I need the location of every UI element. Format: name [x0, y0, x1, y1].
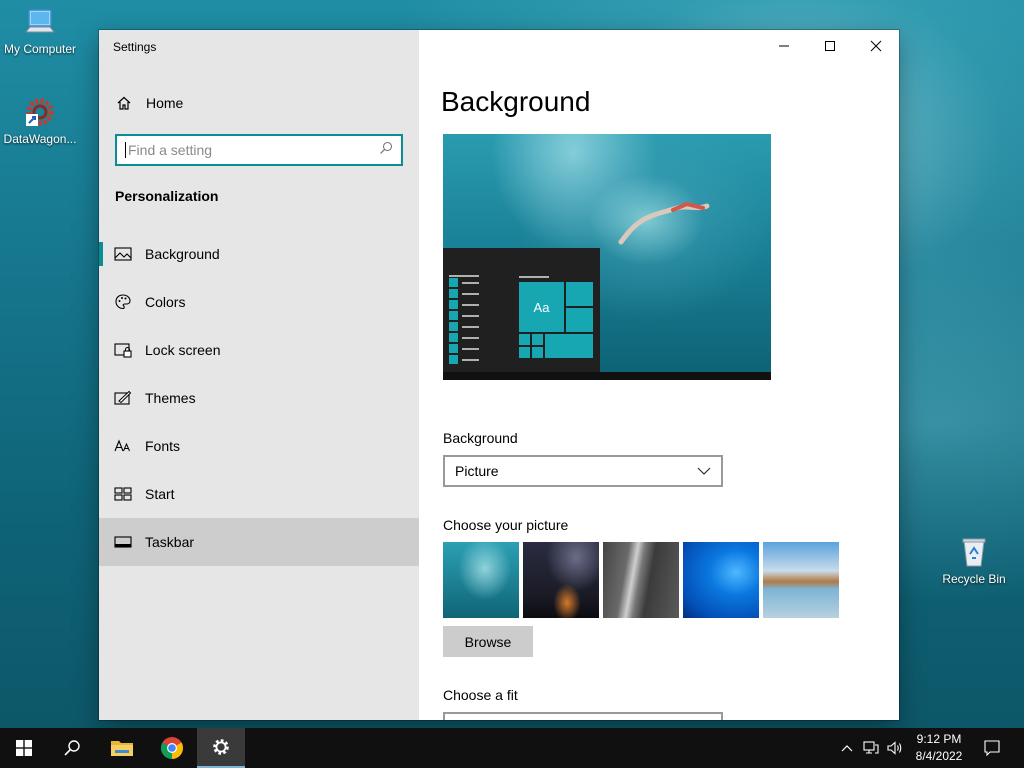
home-label: Home [146, 95, 184, 111]
start-button[interactable] [0, 728, 48, 768]
desktop-icon-label: My Computer [3, 42, 77, 56]
sidebar-item-start[interactable]: Start [99, 470, 419, 518]
settings-taskbar-button[interactable] [197, 728, 245, 768]
start-icon [114, 485, 132, 503]
show-hidden-icons-button[interactable] [838, 728, 856, 768]
choose-fit-label: Choose a fit [443, 687, 518, 703]
themes-icon [114, 389, 132, 407]
desktop-icon-recycle-bin[interactable]: Recycle Bin [934, 536, 1014, 586]
home-icon [116, 95, 132, 111]
taskbar-clock[interactable]: 9:12 PM 8/4/2022 [905, 731, 973, 765]
main-pane: Background Aa Background Picture Choose … [419, 30, 899, 720]
file-explorer-button[interactable] [98, 728, 146, 768]
clock-time: 9:12 PM [916, 732, 962, 746]
close-button[interactable] [853, 30, 899, 62]
volume-icon [887, 741, 902, 755]
sidebar-item-lock-screen[interactable]: Lock screen [99, 326, 419, 374]
choose-picture-label: Choose your picture [443, 517, 569, 533]
sidebar-item-label: Fonts [145, 438, 181, 454]
window-title: Settings [113, 40, 157, 54]
sidebar-item-taskbar[interactable]: Taskbar [99, 518, 419, 566]
fit-dropdown[interactable] [443, 712, 723, 720]
minimize-icon [779, 45, 789, 47]
browse-button[interactable]: Browse [443, 626, 533, 657]
sidebar-item-label: Colors [145, 294, 186, 310]
sidebar-item-label: Background [145, 246, 220, 262]
minimize-button[interactable] [761, 30, 807, 62]
action-center-button[interactable] [978, 728, 1006, 768]
background-label: Background [443, 430, 518, 446]
taskbar-search-button[interactable] [48, 728, 96, 768]
preview-tile-text: Aa [533, 299, 550, 315]
picture-icon [114, 245, 132, 263]
notification-icon [984, 740, 1000, 756]
settings-window: Settings Home Personalization Background [99, 30, 899, 720]
search-box[interactable] [115, 134, 403, 166]
taskbar-icon [114, 533, 132, 551]
section-title: Personalization [115, 188, 219, 204]
sidebar-item-background[interactable]: Background [99, 230, 419, 278]
recycle-bin-icon [962, 538, 986, 567]
picture-thumbnail-windows-light[interactable] [683, 542, 759, 618]
chevron-up-icon [841, 745, 853, 752]
volume-button[interactable] [884, 728, 906, 768]
fonts-icon [114, 437, 132, 455]
personalization-nav: Background Colors Lock screen Themes Fon… [99, 230, 419, 566]
desktop-icon-datawagon[interactable]: DataWagon... [0, 96, 80, 146]
lock-screen-icon [114, 341, 132, 359]
picture-thumbnails [443, 542, 839, 618]
windows-logo-icon [16, 740, 32, 756]
computer-icon [24, 9, 56, 33]
background-dropdown[interactable]: Picture [443, 455, 723, 487]
chevron-down-icon [697, 467, 711, 475]
picture-thumbnail-underwater[interactable] [443, 542, 519, 618]
gear-icon [213, 739, 229, 755]
close-icon [870, 40, 882, 52]
picture-thumbnail-beach[interactable] [763, 542, 839, 618]
sidebar: Settings Home Personalization Background [99, 30, 419, 720]
palette-icon [114, 293, 132, 311]
preview-start-menu: Aa [443, 248, 600, 380]
folder-icon [111, 741, 133, 756]
swimmer-image [618, 201, 710, 245]
sidebar-item-fonts[interactable]: Fonts [99, 422, 419, 470]
search-icon[interactable] [379, 141, 393, 160]
maximize-button[interactable] [807, 30, 853, 62]
sidebar-item-label: Taskbar [145, 534, 195, 550]
taskbar: 9:12 PM 8/4/2022 [0, 728, 1024, 768]
sidebar-item-colors[interactable]: Colors [99, 278, 419, 326]
network-button[interactable] [860, 728, 882, 768]
picture-thumbnail-night-sky[interactable] [523, 542, 599, 618]
maximize-icon [825, 41, 835, 51]
gear-icon [26, 98, 54, 126]
desktop-icon-label: Recycle Bin [942, 572, 1006, 586]
chrome-button[interactable] [148, 728, 196, 768]
preview-taskbar [443, 372, 771, 380]
background-preview: Aa [443, 134, 771, 380]
background-dropdown-value: Picture [455, 463, 499, 479]
network-icon [863, 741, 879, 754]
picture-thumbnail-waterfall[interactable] [603, 542, 679, 618]
sidebar-item-label: Start [145, 486, 175, 502]
sidebar-item-themes[interactable]: Themes [99, 374, 419, 422]
search-input[interactable] [128, 142, 379, 158]
home-nav-item[interactable]: Home [99, 90, 419, 116]
sidebar-item-label: Themes [145, 390, 196, 406]
text-caret [125, 142, 126, 158]
page-title: Background [441, 86, 591, 117]
desktop-icon-label: DataWagon... [3, 132, 77, 146]
desktop-icon-my-computer[interactable]: My Computer [0, 8, 80, 56]
clock-date: 8/4/2022 [915, 749, 963, 763]
search-icon [64, 740, 80, 756]
sidebar-item-label: Lock screen [145, 342, 221, 358]
chrome-icon [161, 737, 183, 759]
